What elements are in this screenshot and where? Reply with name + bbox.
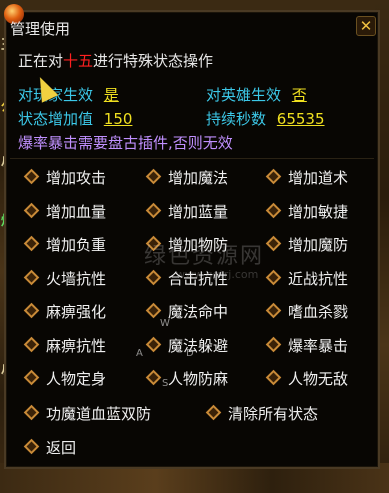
option-dual-defense[interactable]: 功魔道血蓝双防 xyxy=(23,404,152,424)
option-item[interactable]: 麻痹抗性 xyxy=(23,336,107,356)
target-name: 十五 xyxy=(63,52,94,70)
option-label: 功魔道血蓝双防 xyxy=(46,405,152,423)
operation-line: 正在对十五进行特殊状态操作 xyxy=(18,50,213,71)
option-label: 增加敏捷 xyxy=(288,202,349,221)
option-label: 魔法命中 xyxy=(168,303,229,321)
option-item[interactable]: 嗜血杀戮 xyxy=(265,302,349,322)
diamond-icon xyxy=(23,404,40,421)
option-label: 麻痹抗性 xyxy=(46,336,107,355)
option-label: 增加魔防 xyxy=(288,236,349,254)
operation-prefix: 正在对 xyxy=(18,52,64,70)
diamond-icon xyxy=(265,269,282,285)
option-item[interactable]: 火墙抗性 xyxy=(23,269,107,289)
option-label: 近战抗性 xyxy=(288,269,349,288)
option-item[interactable]: 人物防麻 xyxy=(145,369,229,389)
key-hint: W xyxy=(160,318,170,329)
diamond-icon xyxy=(23,269,40,285)
player-effect-toggle[interactable]: 是 xyxy=(104,86,119,104)
watermark-url: www.ggtrj.com xyxy=(176,268,259,281)
option-item[interactable]: 增加蓝量 xyxy=(145,202,229,222)
option-label: 增加血量 xyxy=(46,202,107,221)
option-item[interactable]: 人物定身 xyxy=(23,369,107,389)
key-hint: D xyxy=(186,348,194,359)
diamond-icon xyxy=(23,235,40,252)
option-label: 嗜血杀戮 xyxy=(288,303,349,321)
key-hint: S xyxy=(162,378,169,389)
option-label: 人物定身 xyxy=(46,370,107,388)
diamond-icon xyxy=(265,302,282,319)
increase-label: 状态增加值 xyxy=(18,110,94,128)
option-label: 增加负重 xyxy=(46,236,107,254)
option-item[interactable]: 增加敏捷 xyxy=(265,202,349,222)
option-item[interactable]: 近战抗性 xyxy=(265,269,349,289)
option-item[interactable]: 增加道术 xyxy=(265,168,349,188)
duration-row: 持续秒数 65535 xyxy=(206,108,325,129)
diamond-icon xyxy=(23,202,40,218)
player-effect-row: 对玩家生效 是 xyxy=(18,84,119,105)
option-item[interactable]: 增加血量 xyxy=(23,202,107,222)
option-label: 爆率暴击 xyxy=(288,336,349,355)
increase-row: 状态增加值 150 xyxy=(18,108,132,129)
diamond-icon xyxy=(205,404,222,421)
diamond-icon xyxy=(23,302,40,319)
option-clear-all[interactable]: 清除所有状态 xyxy=(205,404,319,424)
duration-value-input[interactable]: 65535 xyxy=(277,110,325,128)
option-item[interactable]: 增加魔法 xyxy=(145,168,229,188)
dialog-title: 管理使用 xyxy=(10,20,71,38)
diamond-icon xyxy=(265,168,282,185)
option-item[interactable]: 人物无敌 xyxy=(265,369,349,389)
diamond-icon xyxy=(23,168,40,185)
divider xyxy=(10,158,374,159)
option-label: 清除所有状态 xyxy=(228,405,319,423)
option-label: 增加攻击 xyxy=(46,169,107,187)
diamond-icon xyxy=(265,336,282,352)
watermark: 绿色资源网 xyxy=(144,244,265,269)
diamond-icon xyxy=(265,202,282,218)
option-item[interactable]: 增加负重 xyxy=(23,235,107,255)
diamond-icon xyxy=(265,235,282,252)
diamond-icon xyxy=(145,269,162,285)
option-label: 麻痹强化 xyxy=(46,303,107,321)
option-label: 增加道术 xyxy=(288,169,349,187)
game-scene-top xyxy=(0,0,389,10)
option-item[interactable]: 麻痹强化 xyxy=(23,302,107,322)
diamond-icon xyxy=(145,168,162,185)
warning-text: 爆率暴击需要盘古插件,否则无效 xyxy=(18,134,233,152)
admin-dialog: 管理使用 ✕ 正在对十五进行特殊状态操作 对玩家生效 是 对英雄生效 否 状态增… xyxy=(4,4,380,469)
diamond-icon xyxy=(145,369,162,386)
close-icon[interactable]: ✕ xyxy=(356,16,376,36)
option-label: 火墙抗性 xyxy=(46,269,107,288)
option-item[interactable]: 增加攻击 xyxy=(23,168,107,188)
operation-suffix: 进行特殊状态操作 xyxy=(93,52,214,70)
diamond-icon xyxy=(145,336,162,352)
key-hint: A xyxy=(136,348,143,359)
option-label: 人物无敌 xyxy=(288,370,349,388)
diamond-icon xyxy=(23,336,40,352)
option-label: 增加魔法 xyxy=(168,169,229,187)
hero-effect-toggle[interactable]: 否 xyxy=(292,86,307,104)
hero-effect-row: 对英雄生效 否 xyxy=(206,84,307,105)
duration-label: 持续秒数 xyxy=(206,110,267,128)
option-label: 魔法躲避 xyxy=(168,336,229,355)
option-item[interactable]: 增加魔防 xyxy=(265,235,349,255)
diamond-icon xyxy=(265,369,282,386)
diamond-icon xyxy=(145,202,162,218)
hero-effect-label: 对英雄生效 xyxy=(206,86,282,104)
increase-value-input[interactable]: 150 xyxy=(104,110,133,128)
option-label: 人物防麻 xyxy=(168,370,229,388)
option-label: 增加蓝量 xyxy=(168,202,229,221)
option-item[interactable]: 爆率暴击 xyxy=(265,336,349,356)
diamond-icon xyxy=(23,438,40,455)
diamond-icon xyxy=(145,302,162,319)
diamond-icon xyxy=(23,369,40,386)
back-button[interactable]: 返回 xyxy=(23,438,77,458)
back-label: 返回 xyxy=(46,439,77,457)
